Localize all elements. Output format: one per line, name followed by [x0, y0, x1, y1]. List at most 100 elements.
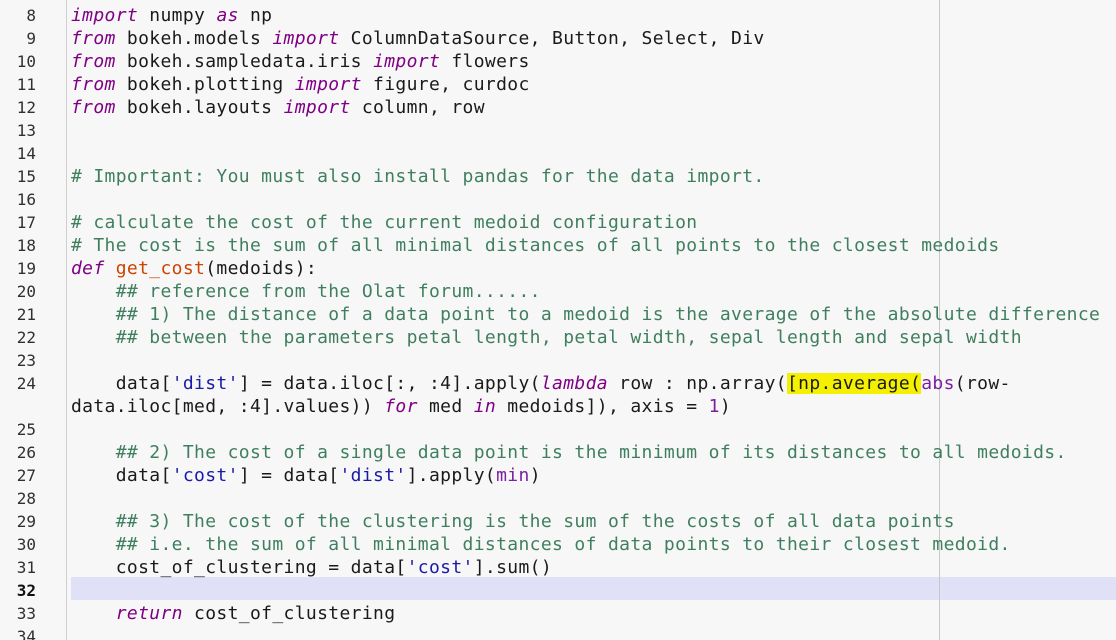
number-literal: 1 — [708, 396, 720, 417]
code-token: bokeh.plotting — [115, 74, 295, 95]
code-comment: ## reference from the Olat forum...... — [115, 281, 541, 302]
code-comment: ## i.e. the sum of all minimal distances… — [115, 534, 1011, 555]
search-highlight: [np.average( — [786, 373, 922, 394]
code-token: for — [384, 396, 418, 417]
code-comment: # The cost is the sum of all minimal dis… — [71, 235, 1000, 256]
code-token: import — [71, 5, 139, 26]
code-line-26[interactable]: ## 2) The cost of a single data point is… — [71, 441, 1067, 464]
line-number: 12 — [16, 98, 36, 117]
code-token: ] = data[ — [238, 465, 340, 486]
builtin-name: abs — [921, 373, 955, 394]
line-number: 30 — [16, 535, 36, 554]
code-token: import — [373, 51, 441, 72]
current-line-highlight — [71, 577, 1116, 600]
code-token: (medoids): — [205, 258, 318, 279]
code-string: 'dist' — [339, 465, 407, 486]
code-string: 'dist' — [171, 373, 239, 394]
code-token: ColumnDataSource, Button, Select, Div — [339, 28, 765, 49]
code-line-18[interactable]: # The cost is the sum of all minimal dis… — [71, 234, 1000, 257]
code-token: import — [283, 97, 351, 118]
function-name: get_cost — [115, 258, 206, 279]
line-number: 18 — [16, 236, 36, 255]
code-token: medoids]), axis = — [496, 396, 709, 417]
line-number: 11 — [16, 75, 36, 94]
code-line-30[interactable]: ## i.e. the sum of all minimal distances… — [71, 533, 1011, 556]
line-number: 24 — [16, 374, 36, 393]
code-line-33[interactable]: return cost_of_clustering — [71, 602, 395, 625]
code-line-19[interactable]: def get_cost(medoids): — [71, 257, 317, 280]
code-string: 'cost' — [406, 557, 474, 578]
line-number: 17 — [16, 213, 36, 232]
code-comment: ## between the parameters petal length, … — [115, 327, 1022, 348]
code-string: 'cost' — [171, 465, 239, 486]
code-token: cost_of_clustering — [182, 603, 396, 624]
code-token: return — [115, 603, 183, 624]
code-token: cost_of_clustering = data[ — [71, 557, 407, 578]
code-line-17[interactable]: # calculate the cost of the current medo… — [71, 211, 697, 234]
code-token: flowers — [440, 51, 530, 72]
line-number: 27 — [16, 466, 36, 485]
line-number-gutter: 8 9 10 11 12 13 14 15 16 17 18 19 20 21 22 23 24 25 26 27 28… — [0, 0, 66, 640]
code-line-24[interactable]: data['dist'] = data.iloc[:, :4].apply(la… — [71, 372, 1011, 395]
line-number: 32 — [16, 581, 36, 600]
code-token: (row- — [954, 373, 1011, 394]
line-number: 25 — [16, 420, 36, 439]
line-number: 14 — [16, 144, 36, 163]
code-line-21[interactable]: ## 1) The distance of a data point to a … — [71, 303, 1100, 326]
code-token: import — [272, 28, 340, 49]
code-token: ) — [719, 396, 732, 417]
code-line-24-wrap[interactable]: data.iloc[med, :4].values)) for med in m… — [71, 395, 731, 418]
code-token: from — [71, 28, 116, 49]
code-token: numpy — [138, 5, 217, 26]
code-comment: # calculate the cost of the current medo… — [71, 212, 698, 233]
code-line-15[interactable]: # Important: You must also install panda… — [71, 165, 765, 188]
code-line-8[interactable]: import numpy as np — [71, 4, 272, 27]
line-number: 28 — [16, 489, 36, 508]
line-number: 33 — [16, 604, 36, 623]
code-line-27[interactable]: data['cost'] = data['dist'].apply(min) — [71, 464, 541, 487]
code-token: ] = data.iloc[:, :4].apply( — [238, 373, 541, 394]
code-line-12[interactable]: from bokeh.layouts import column, row — [71, 96, 485, 119]
code-token: np — [238, 5, 273, 26]
line-number: 15 — [16, 167, 36, 186]
code-token: column, row — [350, 97, 485, 118]
code-token: data[ — [71, 465, 172, 486]
code-token: in — [473, 396, 497, 417]
line-number: 29 — [16, 512, 36, 531]
code-comment: # Important: You must also install panda… — [71, 166, 765, 187]
code-line-11[interactable]: from bokeh.plotting import figure, curdo… — [71, 73, 530, 96]
code-line-9[interactable]: from bokeh.models import ColumnDataSourc… — [71, 27, 765, 50]
line-number: 10 — [16, 52, 36, 71]
code-token: from — [71, 51, 116, 72]
code-token: lambda — [540, 373, 608, 394]
code-comment: ## 2) The cost of a single data point is… — [115, 442, 1067, 463]
code-comment: ## 1) The distance of a data point to a … — [115, 304, 1101, 325]
line-number: 34 — [16, 627, 36, 640]
line-number: 8 — [26, 6, 36, 25]
code-line-20[interactable]: ## reference from the Olat forum...... — [71, 280, 541, 303]
code-token: from — [71, 74, 116, 95]
line-number: 20 — [16, 282, 36, 301]
code-comment: ## 3) The cost of the clustering is the … — [115, 511, 955, 532]
code-line-31[interactable]: cost_of_clustering = data['cost'].sum() — [71, 556, 552, 579]
line-number: 22 — [16, 328, 36, 347]
gutter-separator — [66, 0, 67, 640]
code-token: row : np.array( — [607, 373, 787, 394]
code-token: data[ — [71, 373, 172, 394]
line-number: 31 — [16, 558, 36, 577]
line-number: 26 — [16, 443, 36, 462]
code-editor[interactable]: 8 9 10 11 12 13 14 15 16 17 18 19 20 21 22 23 24 25 26 27 28… — [0, 0, 1116, 640]
line-number: 13 — [16, 121, 36, 140]
code-line-29[interactable]: ## 3) The cost of the clustering is the … — [71, 510, 955, 533]
builtin-name: min — [496, 465, 530, 486]
code-line-10[interactable]: from bokeh.sampledata.iris import flower… — [71, 50, 530, 73]
code-token: ].apply( — [406, 465, 497, 486]
line-number: 19 — [16, 259, 36, 278]
code-line-22[interactable]: ## between the parameters petal length, … — [71, 326, 1022, 349]
line-number: 23 — [16, 351, 36, 370]
line-number: 9 — [26, 29, 36, 48]
